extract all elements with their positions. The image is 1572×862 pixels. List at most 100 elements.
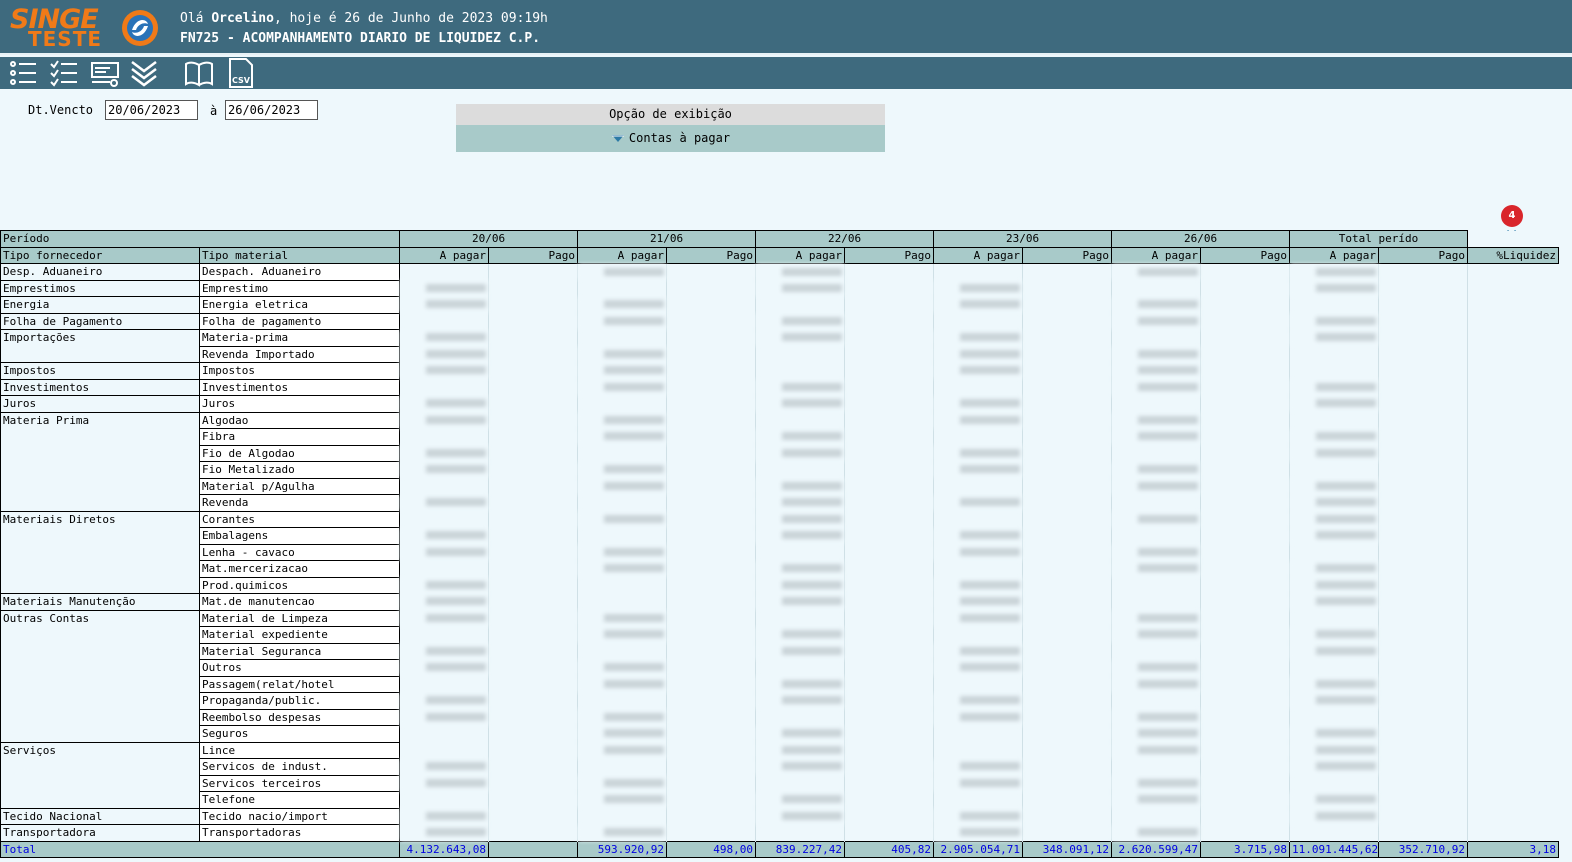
value-cell [844,478,934,495]
material-type-cell[interactable]: Reembolso despesas [198,708,401,726]
report-icon[interactable] [90,58,120,88]
material-type-cell[interactable]: Juros [198,395,401,413]
value-cell [399,445,489,462]
checklist-icon[interactable] [49,58,79,88]
notification-badge[interactable]: 4 [1501,205,1523,227]
value-cell [1467,346,1559,363]
obscured-value [604,267,665,276]
material-type-cell[interactable]: Corantes [198,510,401,528]
material-type-cell[interactable]: Seguros [198,725,401,743]
material-type-cell[interactable]: Servicos terceiros [198,774,401,792]
value-cell [1200,461,1290,478]
table-row: Material Seguranca [1,642,1559,660]
a-pagar-header: A pagar [399,246,490,264]
value-cell [1289,461,1379,478]
csv-export-icon[interactable]: CSV [226,58,256,88]
value-cell [755,659,845,676]
value-cell [844,626,934,643]
material-type-cell[interactable]: Investimentos [198,378,401,396]
material-type-cell[interactable]: Passagem(relat/hotel [198,675,401,693]
material-type-cell[interactable]: Lince [198,741,401,759]
material-type-cell[interactable]: Material de Limpeza [198,609,401,627]
value-cell [1022,808,1112,825]
value-cell [933,808,1023,825]
material-type-cell[interactable]: Propaganda/public. [198,692,401,710]
obscured-value [1138,415,1199,424]
obscured-value [1138,778,1199,787]
material-type-cell[interactable]: Revenda [198,494,401,512]
obscured-value [1138,828,1199,836]
value-cell [755,445,845,462]
table-row: Folha de Pagamento Folha de pagamento [0,312,1559,330]
material-type-cell[interactable]: Mat.mercerizacao [198,560,401,578]
material-type-cell[interactable]: Material expediente [198,626,401,644]
value-cell [1467,263,1559,280]
due-date-label: Dt.Vencto [28,103,94,117]
value-cell [1467,461,1559,478]
table-row: Reembolso despesas [1,708,1559,726]
material-type-cell[interactable]: Mat.de manutencao [198,593,401,611]
material-type-cell[interactable]: Material Seguranca [198,642,401,660]
obscured-value [604,465,665,474]
material-type-cell[interactable]: Fio de Algodao [198,444,401,462]
date-from-input[interactable] [105,100,198,120]
list-icon[interactable] [8,58,38,88]
obscured-value [604,630,665,639]
value-cell [1200,725,1290,742]
value-cell [399,758,489,775]
value-cell [1200,610,1290,627]
total-value-cell: 405,82 [844,840,935,858]
material-type-cell[interactable]: Energia eletrica [198,296,401,314]
value-cell [577,758,667,775]
material-type-cell[interactable]: Material p/Agulha [198,477,401,495]
csv-label: CSV [232,76,251,85]
value-cell [1111,395,1201,412]
pago-header: Pago [488,246,579,264]
value-cell [1378,346,1468,363]
obscured-value [1138,679,1199,688]
collapse-all-icon[interactable] [129,58,159,88]
book-icon[interactable] [184,58,214,88]
display-option-select[interactable]: Contas à pagar [456,125,885,152]
value-cell [844,758,934,775]
material-type-cell[interactable]: Emprestimo [198,279,401,297]
value-cell [1111,445,1201,462]
material-type-cell[interactable]: Fio Metalizado [198,461,401,479]
period-header-row: Período 20/06 21/06 22/06 23/06 26/06 To… [0,230,1559,248]
value-cell [755,824,845,841]
material-type-cell[interactable]: Revenda Importado [198,345,401,363]
obscured-value [426,696,487,705]
value-cell [666,659,756,676]
value-cell [399,742,489,759]
value-cell [1378,775,1468,792]
material-type-cell[interactable]: Embalagens [198,527,401,545]
material-type-cell[interactable]: Algodao [198,411,401,429]
value-cell [1289,692,1379,709]
table-row: Material p/Agulha [1,477,1559,495]
material-type-cell[interactable]: Materia-prima [198,329,401,347]
material-type-cell[interactable]: Tecido nacio/import [198,807,401,825]
material-type-cell[interactable]: Impostos [198,362,401,380]
table-row: Passagem(relat/hotel [1,675,1559,693]
value-cell [399,428,489,445]
value-cell [1111,593,1201,610]
material-type-cell[interactable]: Despach. Aduaneiro [198,263,401,281]
material-type-cell[interactable]: Folha de pagamento [198,312,401,330]
value-cell [1289,808,1379,825]
material-type-cell[interactable]: Telefone [198,791,401,809]
display-option-title: Opção de exibição [456,104,885,125]
value-cell [1022,296,1112,313]
date-to-input[interactable] [225,100,318,120]
material-type-cell[interactable]: Transportadoras [198,824,401,842]
value-cell [488,511,578,528]
value-cell [399,692,489,709]
material-type-cell[interactable]: Prod.quimicos [198,576,401,594]
material-type-cell[interactable]: Servicos de indust. [198,758,401,776]
material-type-cell[interactable]: Lenha - cavaco [198,543,401,561]
material-type-cell[interactable]: Outros [198,659,401,677]
value-cell [1378,560,1468,577]
material-type-cell[interactable]: Fibra [198,428,401,446]
obscured-value [1316,795,1377,804]
value-cell [755,346,845,363]
value-cell [399,610,489,627]
